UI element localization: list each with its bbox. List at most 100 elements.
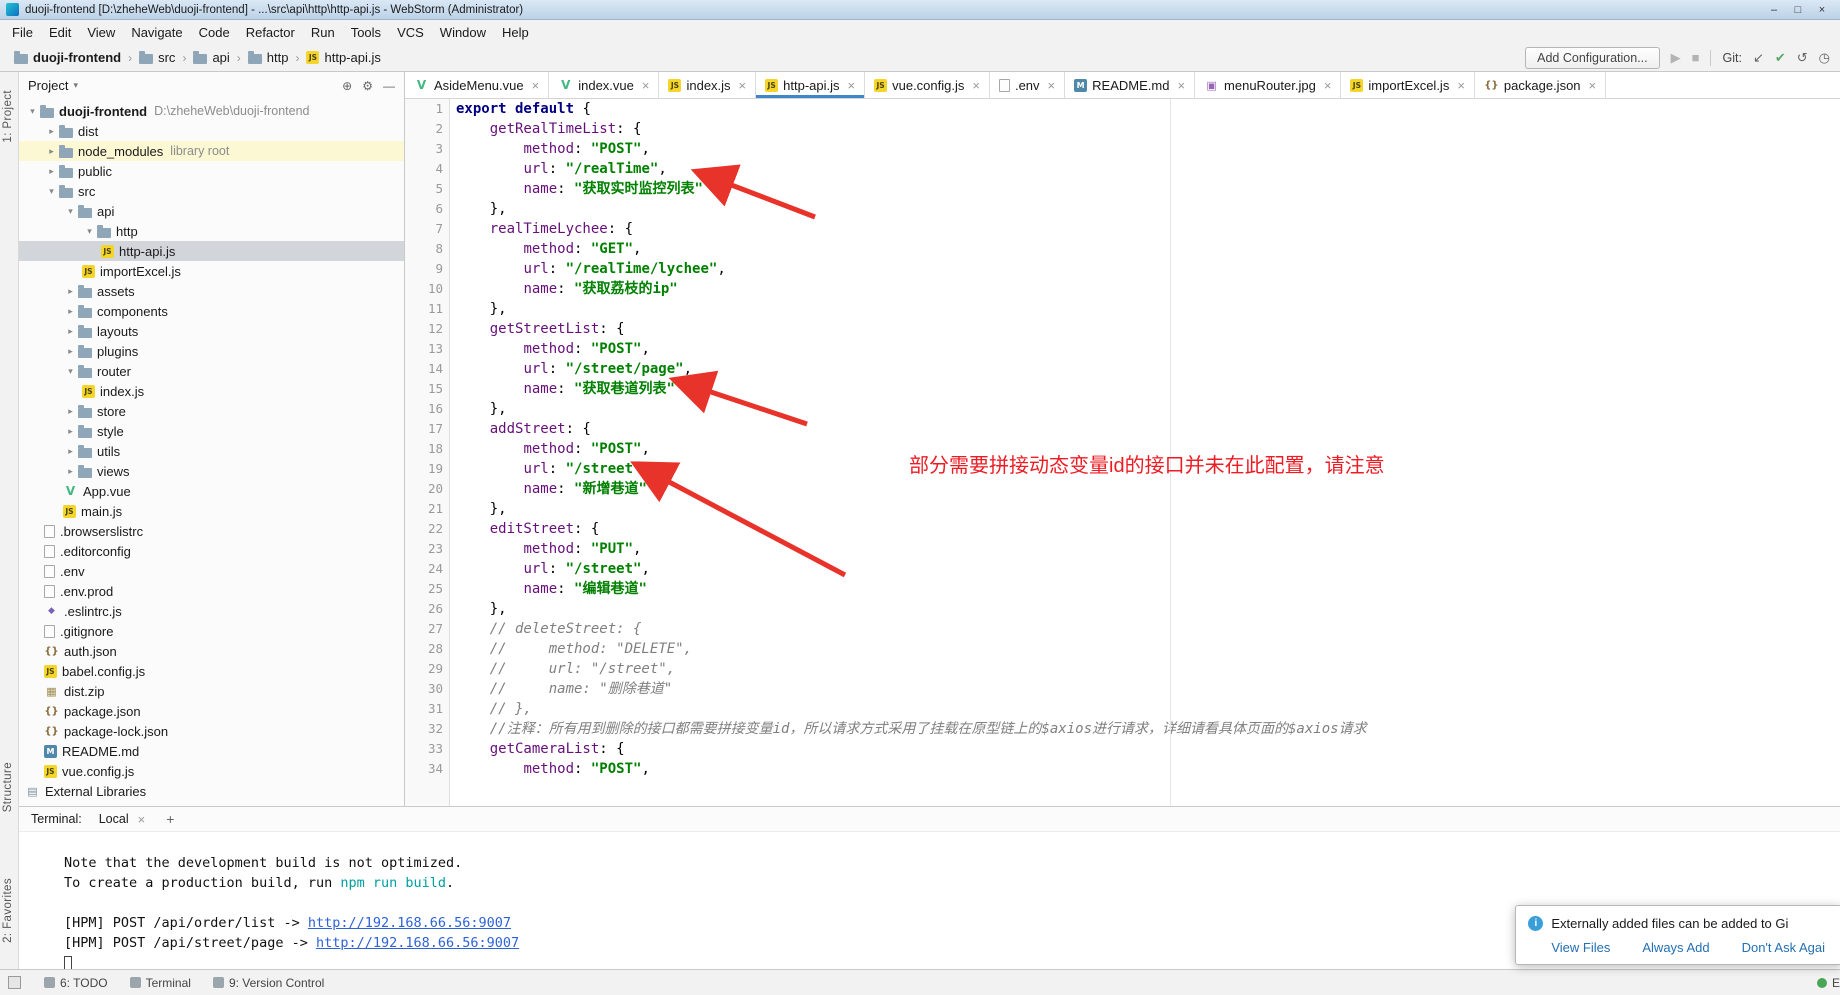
tree-item-store[interactable]: ▸store <box>19 401 404 421</box>
terminal-link[interactable]: http://192.168.66.56:9007 <box>316 935 519 951</box>
close-icon[interactable]: × <box>1324 78 1332 93</box>
minimize-button[interactable]: – <box>1762 4 1786 16</box>
close-icon[interactable]: × <box>138 812 146 827</box>
line-number[interactable]: 12 <box>405 319 443 339</box>
line-number[interactable]: 24 <box>405 559 443 579</box>
terminal-link[interactable]: http://192.168.66.56:9007 <box>308 915 511 931</box>
code-line[interactable]: 12 getStreetList: { <box>405 319 1840 339</box>
tree-item-README.md[interactable]: MREADME.md <box>19 741 404 761</box>
line-number[interactable]: 9 <box>405 259 443 279</box>
tab-vue.config.js[interactable]: JSvue.config.js× <box>865 72 990 98</box>
tree-item-dist[interactable]: ▸dist <box>19 121 404 141</box>
tool-button-favorites[interactable]: 2: Favorites <box>2 878 14 943</box>
tree-item-.gitignore[interactable]: .gitignore <box>19 621 404 641</box>
code-line[interactable]: 1export default { <box>405 99 1840 119</box>
menu-edit[interactable]: Edit <box>41 22 79 43</box>
line-number[interactable]: 11 <box>405 299 443 319</box>
line-number[interactable]: 17 <box>405 419 443 439</box>
tree-item-duoji-frontend[interactable]: ▾duoji-frontendD:\zheheWeb\duoji-fronten… <box>19 101 404 121</box>
close-icon[interactable]: × <box>642 78 650 93</box>
line-number[interactable]: 33 <box>405 739 443 759</box>
close-icon[interactable]: × <box>1457 78 1465 93</box>
code-line[interactable]: 22 editStreet: { <box>405 519 1840 539</box>
chevron-right-icon[interactable]: ▸ <box>63 466 78 477</box>
tree-item-http[interactable]: ▾http <box>19 221 404 241</box>
code-line[interactable]: 7 realTimeLychee: { <box>405 219 1840 239</box>
code-line[interactable]: 21 }, <box>405 499 1840 519</box>
close-icon[interactable]: × <box>1589 78 1597 93</box>
tab-AsideMenu.vue[interactable]: VAsideMenu.vue× <box>405 72 549 98</box>
menu-file[interactable]: File <box>4 22 41 43</box>
code-line[interactable]: 16 }, <box>405 399 1840 419</box>
line-number[interactable]: 3 <box>405 139 443 159</box>
code-line[interactable]: 10 name: "获取荔枝的ip" <box>405 279 1840 299</box>
tab-menuRouter.jpg[interactable]: ▣menuRouter.jpg× <box>1195 72 1341 98</box>
line-number[interactable]: 29 <box>405 659 443 679</box>
line-number[interactable]: 25 <box>405 579 443 599</box>
tab-http-api.js[interactable]: JShttp-api.js× <box>756 72 865 98</box>
maximize-button[interactable]: □ <box>1786 4 1810 16</box>
breadcrumb-item[interactable]: http <box>244 48 293 67</box>
code-line[interactable]: 26 }, <box>405 599 1840 619</box>
locate-icon[interactable]: ⊕ <box>342 79 352 93</box>
toolwindow-toggle-icon[interactable] <box>8 976 21 989</box>
menu-refactor[interactable]: Refactor <box>238 22 303 43</box>
tree-item-node_modules[interactable]: ▸node_moduleslibrary root <box>19 141 404 161</box>
tool-button-project[interactable]: 1: Project <box>2 90 14 143</box>
code-line[interactable]: 14 url: "/street/page", <box>405 359 1840 379</box>
tree-item-assets[interactable]: ▸assets <box>19 281 404 301</box>
notification-action[interactable]: View Files <box>1551 940 1610 955</box>
tree-item-main.js[interactable]: JSmain.js <box>19 501 404 521</box>
line-number[interactable]: 32 <box>405 719 443 739</box>
code-line[interactable]: 11 }, <box>405 299 1840 319</box>
menu-window[interactable]: Window <box>432 22 494 43</box>
update-project-icon[interactable]: ↙ <box>1753 50 1764 66</box>
breadcrumb-item[interactable]: src <box>135 48 179 67</box>
tree-item-package-lock.json[interactable]: {}package-lock.json <box>19 721 404 741</box>
status-9: Version Control[interactable]: 9: Version Control <box>202 976 335 990</box>
tool-button-structure[interactable]: Structure <box>2 762 14 812</box>
close-icon[interactable]: × <box>1048 78 1056 93</box>
chevron-right-icon[interactable]: ▸ <box>44 166 59 177</box>
tab-index.vue[interactable]: Vindex.vue× <box>549 72 659 98</box>
code-line[interactable]: 13 method: "POST", <box>405 339 1840 359</box>
gear-icon[interactable]: ⚙ <box>362 79 373 93</box>
line-number[interactable]: 22 <box>405 519 443 539</box>
code-line[interactable]: 28 // method: "DELETE", <box>405 639 1840 659</box>
tab-README.md[interactable]: MREADME.md× <box>1065 72 1195 98</box>
line-number[interactable]: 20 <box>405 479 443 499</box>
code-line[interactable]: 24 url: "/street", <box>405 559 1840 579</box>
tree-item-vue.config.js[interactable]: JSvue.config.js <box>19 761 404 781</box>
tab-package.json[interactable]: {}package.json× <box>1475 72 1606 98</box>
tree-item-App.vue[interactable]: VApp.vue <box>19 481 404 501</box>
code-line[interactable]: 2 getRealTimeList: { <box>405 119 1840 139</box>
line-number[interactable]: 31 <box>405 699 443 719</box>
chevron-down-icon[interactable]: ▾ <box>73 80 78 91</box>
tree-item-router[interactable]: ▾router <box>19 361 404 381</box>
line-number[interactable]: 28 <box>405 639 443 659</box>
tab-importExcel.js[interactable]: JSimportExcel.js× <box>1341 72 1475 98</box>
tree-item-src[interactable]: ▾src <box>19 181 404 201</box>
line-number[interactable]: 1 <box>405 99 443 119</box>
line-number[interactable]: 16 <box>405 399 443 419</box>
menu-code[interactable]: Code <box>191 22 238 43</box>
breadcrumb-item[interactable]: duoji-frontend <box>10 48 125 67</box>
rollback-icon[interactable]: ↺ <box>1797 50 1808 66</box>
tree-item-utils[interactable]: ▸utils <box>19 441 404 461</box>
tree-item-api[interactable]: ▾api <box>19 201 404 221</box>
line-number[interactable]: 34 <box>405 759 443 779</box>
code-line[interactable]: 6 }, <box>405 199 1840 219</box>
line-number[interactable]: 14 <box>405 359 443 379</box>
code-line[interactable]: 8 method: "GET", <box>405 239 1840 259</box>
notification-action[interactable]: Always Add <box>1642 940 1709 955</box>
line-number[interactable]: 19 <box>405 459 443 479</box>
line-number[interactable]: 30 <box>405 679 443 699</box>
line-number[interactable]: 26 <box>405 599 443 619</box>
chevron-right-icon[interactable]: ▸ <box>63 426 78 437</box>
tree-item-plugins[interactable]: ▸plugins <box>19 341 404 361</box>
tree-item-style[interactable]: ▸style <box>19 421 404 441</box>
chevron-right-icon[interactable]: ▸ <box>63 446 78 457</box>
tree-item-http-api.js[interactable]: JShttp-api.js <box>19 241 404 261</box>
code-line[interactable]: 33 getCameraList: { <box>405 739 1840 759</box>
tree-item-.env.prod[interactable]: .env.prod <box>19 581 404 601</box>
